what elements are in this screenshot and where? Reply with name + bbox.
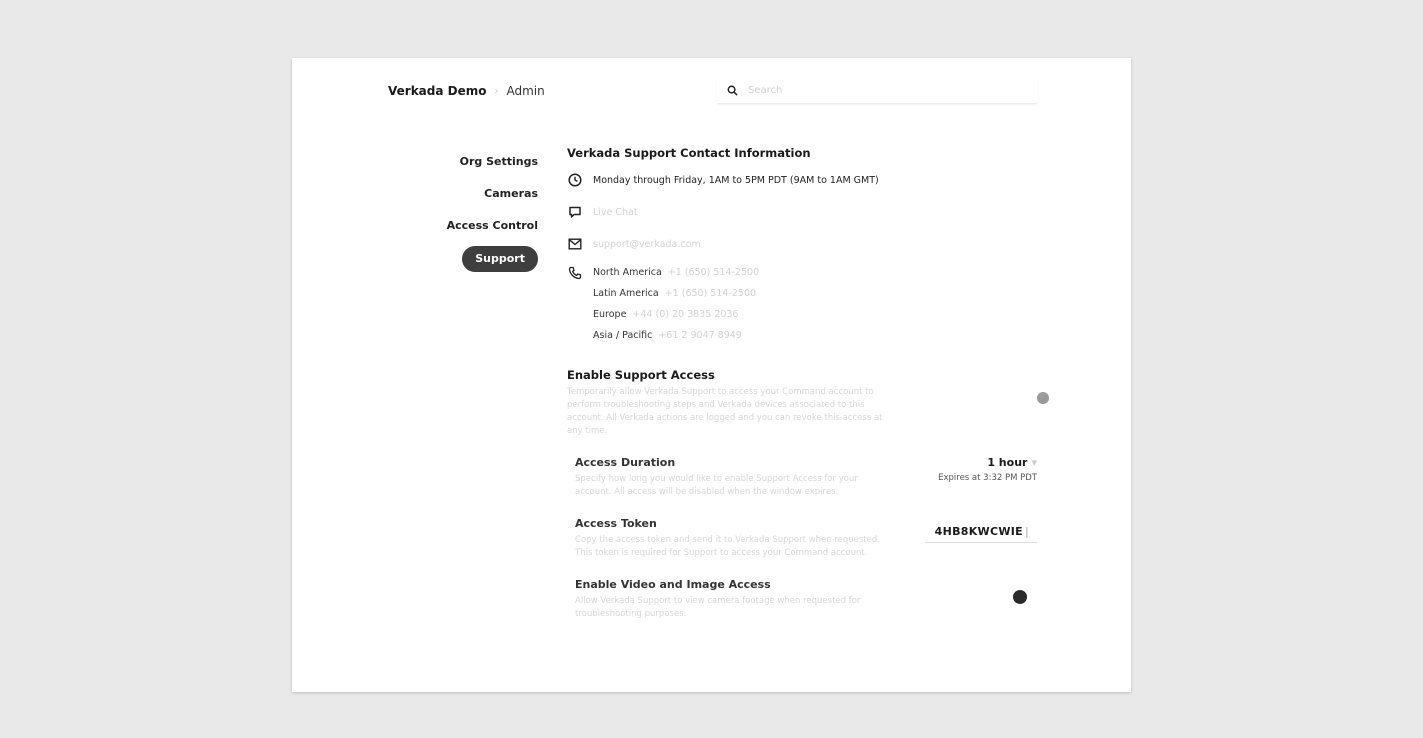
mail-icon [567, 238, 583, 250]
video-access-title: Enable Video and Image Access [575, 578, 771, 591]
support-access-title: Enable Support Access [567, 368, 715, 382]
email-row: support@verkada.com [567, 228, 1037, 260]
hours-row: Monday through Friday, 1AM to 5PM PDT (9… [567, 164, 1037, 196]
support-hours: Monday through Friday, 1AM to 5PM PDT (9… [593, 174, 879, 186]
support-content: Verkada Support Contact Information Mond… [567, 146, 1049, 621]
chat-row: Live Chat [567, 196, 1037, 228]
text-cursor-icon: | [1024, 525, 1029, 538]
video-access-row: Enable Video and Image Access Allow Verk… [575, 578, 1037, 621]
phone-number[interactable]: +44 (0) 20 3835 2036 [632, 309, 738, 320]
phone-icon [567, 266, 583, 280]
duration-expiry: Expires at 3:32 PM PDT [938, 473, 1037, 483]
phone-region: Europe [593, 309, 627, 320]
support-access-description: Temporarily allow Verkada Support to acc… [567, 387, 883, 436]
phone-row: Asia / Pacific +61 2 9047 8949 [567, 325, 1037, 346]
access-duration-description: Specify how long you would like to enabl… [575, 474, 858, 497]
support-access-section: Enable Support Access Temporarily allow … [567, 368, 1049, 621]
phone-number[interactable]: +1 (650) 514-2500 [668, 267, 759, 278]
app-window: Verkada Demo › Admin Org Settings Camera… [292, 58, 1131, 692]
nav-item-cameras[interactable]: Cameras [484, 178, 538, 210]
search-bar[interactable] [717, 78, 1037, 104]
phone-region: North America [593, 267, 662, 278]
duration-select[interactable]: 1 hour ▾ Expires at 3:32 PM PDT [938, 456, 1037, 483]
live-chat-link[interactable]: Live Chat [593, 207, 638, 218]
phone-number[interactable]: +1 (650) 514-2500 [665, 288, 756, 299]
access-token-value[interactable]: 4HB8KWCWIE [935, 525, 1023, 538]
access-token-field[interactable]: 4HB8KWCWIE | [924, 525, 1037, 543]
clock-icon [567, 173, 583, 187]
phone-region: Asia / Pacific [593, 330, 653, 341]
settings-nav: Org Settings Cameras Access Control Supp… [432, 146, 538, 272]
duration-value[interactable]: 1 hour [987, 456, 1027, 469]
org-name[interactable]: Verkada Demo [388, 84, 486, 98]
phone-row: North America +1 (650) 514-2500 [567, 262, 1037, 283]
chat-icon [567, 205, 583, 219]
phone-number[interactable]: +61 2 9047 8949 [658, 330, 742, 341]
support-email-link[interactable]: support@verkada.com [593, 239, 701, 250]
search-icon [727, 81, 738, 100]
breadcrumb-separator: › [494, 85, 499, 97]
nav-item-org-settings[interactable]: Org Settings [460, 146, 538, 178]
chevron-down-icon: ▾ [1031, 456, 1037, 469]
phone-list: North America +1 (650) 514-2500 Latin Am… [567, 262, 1037, 346]
support-info-title: Verkada Support Contact Information [567, 146, 811, 160]
support-access-toggle[interactable] [1037, 392, 1049, 404]
nav-item-access-control[interactable]: Access Control [447, 210, 538, 242]
search-input[interactable] [746, 84, 1010, 97]
access-token-description: Copy the access token and send it to Ver… [575, 535, 880, 558]
access-token-row: Access Token Copy the access token and s… [575, 517, 1037, 560]
phone-region: Latin America [593, 288, 659, 299]
phone-row: Latin America +1 (650) 514-2500 [567, 283, 1037, 304]
nav-item-support[interactable]: Support [462, 246, 538, 272]
role-label: Admin [506, 84, 545, 98]
org-breadcrumb: Verkada Demo › Admin [388, 84, 545, 98]
video-access-description: Allow Verkada Support to view camera foo… [575, 596, 861, 619]
phone-row: Europe +44 (0) 20 3835 2036 [567, 304, 1037, 325]
video-access-toggle[interactable] [1013, 590, 1027, 604]
access-duration-row: Access Duration Specify how long you wou… [575, 456, 1037, 499]
